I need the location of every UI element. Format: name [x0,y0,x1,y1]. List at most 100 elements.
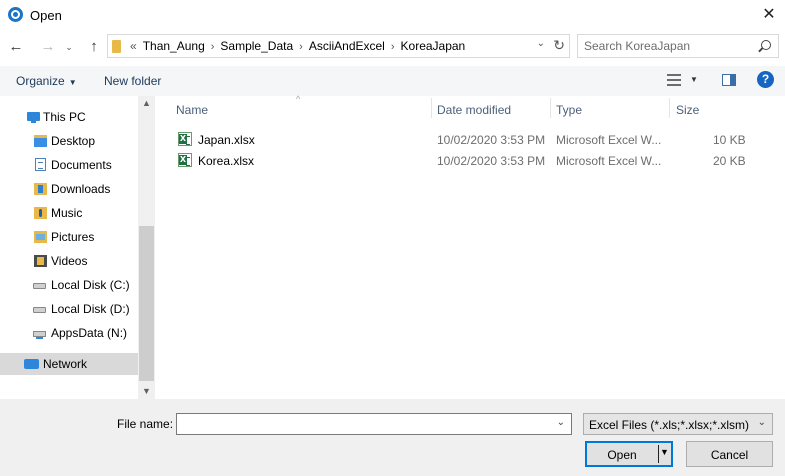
search-box[interactable] [577,34,779,58]
navigation-scrollbar[interactable]: ▲ ▼ [138,96,155,399]
breadcrumb-separator-icon[interactable]: › [299,41,303,53]
recent-locations-chevron-icon[interactable]: ⌄ [62,36,76,58]
breadcrumb-overflow-icon[interactable]: « [130,39,137,53]
breadcrumb-item[interactable]: Than_Aung [143,39,205,53]
scroll-up-icon[interactable]: ▲ [142,98,151,108]
address-bar[interactable]: « Than_Aung › Sample_Data › AsciiAndExcel › Kor… [107,34,570,58]
sidebar-item-label: Local Disk (D:) [51,302,130,316]
column-header-label: Size [676,103,700,117]
table-row[interactable]: Japan.xlsx 10/02/2020 3:53 PM Microsoft … [157,130,785,150]
organize-button[interactable]: Organize ▼ [16,74,77,88]
file-type-filter-value: Excel Files (*.xls;*.xlsx;*.xlsm) [589,418,750,432]
help-icon[interactable]: ? [757,71,774,88]
file-name: Korea.xlsx [198,154,255,168]
scroll-down-icon[interactable]: ▼ [142,386,151,396]
column-header-date-modified[interactable]: Date modified [432,96,550,120]
cancel-button[interactable]: Cancel [686,441,773,467]
open-dialog-icon [8,7,23,22]
sidebar-item-network[interactable]: Network [0,353,138,375]
breadcrumb-item[interactable]: KoreaJapan [401,39,466,53]
file-date: 10/02/2020 3:53 PM [437,133,546,147]
file-type: Microsoft Excel W... [556,154,662,168]
sidebar-item-downloads[interactable]: Downloads [0,178,138,200]
sidebar-item-this-pc[interactable]: This PC [0,106,138,128]
videos-folder-icon [34,255,47,267]
sidebar-item-label: Pictures [51,230,95,244]
column-header-label: Name [176,103,209,117]
network-drive-icon [33,331,46,339]
file-name-combobox[interactable]: ⌄ [176,413,572,435]
documents-folder-icon [35,158,46,171]
disk-icon [33,283,46,289]
sidebar-item-label: Documents [51,158,112,172]
forward-arrow-icon[interactable]: → [38,36,58,58]
excel-file-icon [178,153,192,167]
breadcrumb-separator-icon[interactable]: › [391,41,395,53]
file-name: Japan.xlsx [198,133,255,147]
view-options-caret-icon[interactable]: ▼ [690,75,698,84]
sidebar-item-label: Local Disk (C:) [51,278,130,292]
chevron-down-icon: ⌄ [757,417,766,428]
change-view-icon[interactable] [667,74,681,86]
file-size: 10 KB [713,133,746,147]
sidebar-item-documents[interactable]: Documents [0,154,138,176]
new-folder-button[interactable]: New folder [104,74,161,88]
navigation-pane: This PC Desktop Documents Downloads Musi… [0,96,155,399]
downloads-folder-icon [34,183,47,195]
column-header-name[interactable]: Name [157,96,431,120]
search-input[interactable] [584,39,754,53]
breadcrumb-separator-icon[interactable]: › [211,41,215,53]
up-arrow-icon[interactable]: ↑ [84,36,104,58]
column-header-size[interactable]: Size [670,96,750,120]
sidebar-item-label: AppsData (N:) [51,326,128,340]
sidebar-item-label: Network [43,357,88,371]
file-size: 20 KB [713,154,746,168]
sidebar-item-local-disk-d[interactable]: Local Disk (D:) [0,298,138,320]
open-button[interactable]: Open ▼ [585,441,673,467]
cancel-button-label: Cancel [710,448,749,462]
title-bar: Open ✕ [0,0,785,30]
column-header-label: Date modified [437,103,512,117]
sidebar-item-appsdata-n[interactable]: AppsData (N:) [0,322,138,344]
command-toolbar: Organize ▼ New folder ▼ ? [0,66,785,96]
dialog-footer: File name: ⌄ Excel Files (*.xls;*.xlsx;*… [0,399,785,476]
disk-icon [33,307,46,313]
breadcrumb: « Than_Aung › Sample_Data › AsciiAndExcel › Kor… [130,39,465,53]
network-icon [24,359,39,369]
chevron-down-icon[interactable]: ⌄ [557,417,565,428]
navigation-bar: ← → ⌄ ↑ « Than_Aung › Sample_Data › AsciiAndE… [0,32,785,62]
window-title: Open [30,8,62,23]
desktop-folder-icon [34,135,47,147]
open-options-caret-icon[interactable]: ▼ [660,447,669,457]
file-type-filter-select[interactable]: Excel Files (*.xls;*.xlsx;*.xlsm) ⌄ [583,413,773,435]
back-arrow-icon[interactable]: ← [6,36,26,58]
scrollbar-thumb[interactable] [139,226,154,381]
organize-label: Organize [16,74,65,88]
address-dropdown-chevron-icon[interactable]: ⌄ [537,38,545,49]
search-icon[interactable] [761,40,771,50]
computer-icon [27,112,40,123]
file-date: 10/02/2020 3:53 PM [437,154,546,168]
preview-pane-icon[interactable] [722,74,736,86]
sidebar-item-music[interactable]: Music [0,202,138,224]
pictures-folder-icon [34,231,47,243]
sidebar-item-label: Desktop [51,134,96,148]
sidebar-item-videos[interactable]: Videos [0,250,138,272]
refresh-icon[interactable]: ↻ [553,37,565,54]
close-button[interactable]: ✕ [753,0,785,30]
file-name-input[interactable] [181,417,541,431]
music-folder-icon [34,207,47,219]
open-button-label: Open [607,448,637,462]
column-header-label: Type [556,103,583,117]
sidebar-item-label: Videos [51,254,88,268]
file-list: ^ Name Date modified Type Size Japan.xls… [157,94,785,399]
breadcrumb-item[interactable]: AsciiAndExcel [309,39,385,53]
table-row[interactable]: Korea.xlsx 10/02/2020 3:53 PM Microsoft … [157,151,785,171]
file-type: Microsoft Excel W... [556,133,662,147]
column-header-type[interactable]: Type [551,96,669,120]
sidebar-item-local-disk-c[interactable]: Local Disk (C:) [0,274,138,296]
excel-file-icon [178,132,192,146]
breadcrumb-item[interactable]: Sample_Data [220,39,293,53]
sidebar-item-pictures[interactable]: Pictures [0,226,138,248]
sidebar-item-desktop[interactable]: Desktop [0,130,138,152]
